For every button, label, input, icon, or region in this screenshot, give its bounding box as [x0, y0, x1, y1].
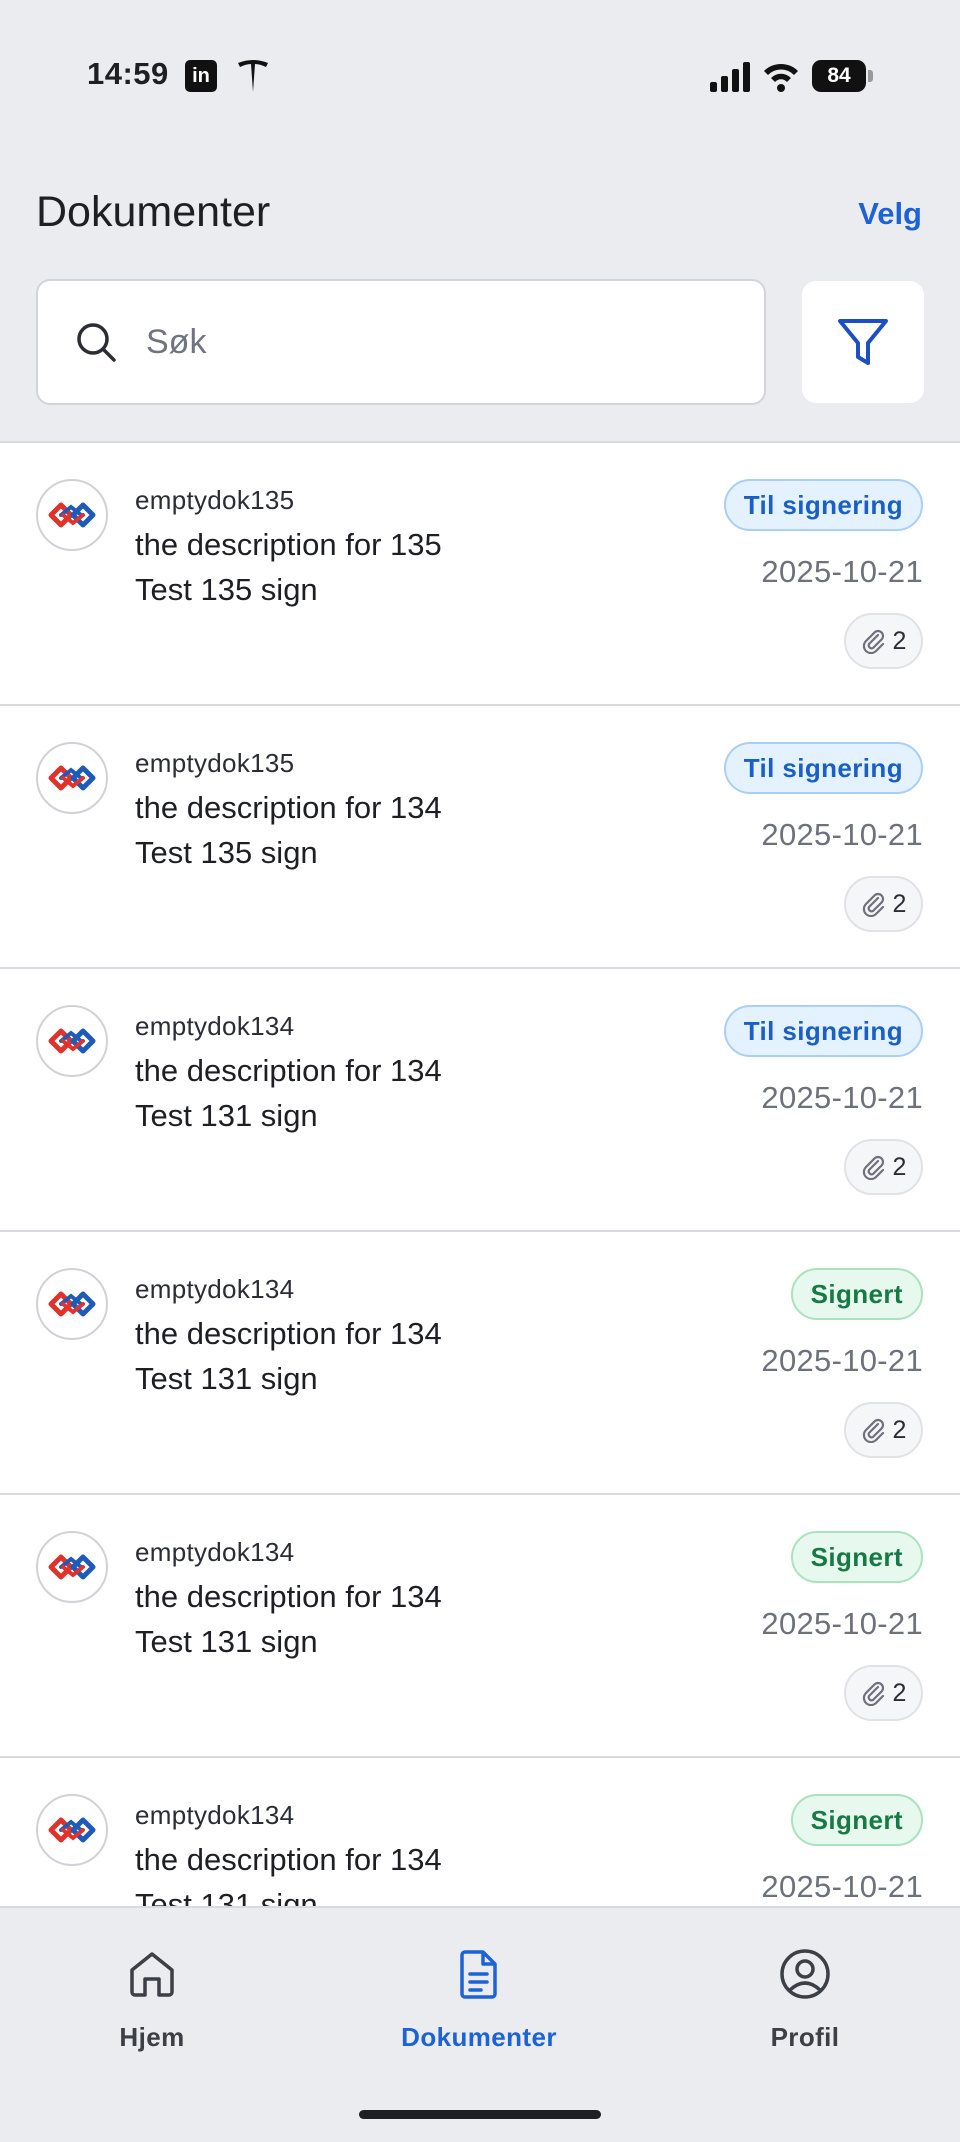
status-badge: Signert — [790, 1794, 923, 1846]
battery-icon: 84 — [812, 60, 873, 92]
document-subtitle: Test 131 sign — [135, 1361, 318, 1396]
document-date: 2025-10-21 — [761, 1869, 923, 1904]
document-name: emptydok134 — [135, 1800, 295, 1830]
attachment-count: 2 — [892, 1678, 907, 1707]
select-button[interactable]: Velg — [858, 196, 922, 232]
nav-item-documents[interactable]: Dokumenter — [369, 1946, 589, 2053]
company-logo-icon — [36, 742, 108, 814]
attachment-count-chip: 2 — [844, 613, 923, 669]
document-date: 2025-10-21 — [761, 1080, 923, 1115]
paperclip-icon — [862, 1681, 884, 1706]
search-input[interactable] — [146, 322, 706, 362]
user-circle-icon — [780, 1949, 830, 1999]
document-name: emptydok134 — [135, 1274, 295, 1304]
linkedin-icon: in — [185, 60, 217, 92]
status-badge: Signert — [790, 1531, 923, 1583]
document-row[interactable]: emptydok134 the description for 134 Test… — [0, 969, 960, 1232]
status-badge: Til signering — [723, 479, 923, 531]
status-badge: Til signering — [723, 1005, 923, 1057]
attachment-count-chip: 2 — [844, 1139, 923, 1195]
document-row[interactable]: emptydok134 the description for 134 Test… — [0, 1232, 960, 1495]
document-date: 2025-10-21 — [761, 554, 923, 589]
document-row[interactable]: emptydok135 the description for 134 Test… — [0, 706, 960, 969]
attachment-count-chip: 2 — [844, 1665, 923, 1721]
search-icon — [77, 323, 116, 362]
document-icon — [460, 1950, 497, 1999]
cellular-signal-icon — [710, 62, 750, 92]
home-icon — [130, 1952, 174, 1997]
document-description: the description for 135 — [135, 527, 442, 562]
document-date: 2025-10-21 — [761, 1606, 923, 1641]
document-name: emptydok135 — [135, 485, 295, 515]
attachment-count: 2 — [892, 626, 907, 655]
company-logo-icon — [36, 1531, 108, 1603]
status-badge: Til signering — [723, 742, 923, 794]
bottom-navigation: Hjem Dokumenter Profil — [0, 1906, 960, 2142]
document-subtitle: Test 135 sign — [135, 572, 318, 607]
wifi-icon — [764, 63, 798, 92]
paperclip-icon — [862, 629, 884, 654]
document-name: emptydok134 — [135, 1011, 295, 1041]
document-description: the description for 134 — [135, 1579, 442, 1614]
document-description: the description for 134 — [135, 1842, 442, 1877]
attachment-count-chip: 2 — [844, 1402, 923, 1458]
document-subtitle: Test 135 sign — [135, 835, 318, 870]
document-row[interactable]: emptydok134 the description for 134 Test… — [0, 1758, 960, 1906]
status-badge: Signert — [790, 1268, 923, 1320]
company-logo-icon — [36, 1268, 108, 1340]
document-subtitle: Test 131 sign — [135, 1624, 318, 1659]
filter-icon — [838, 319, 888, 365]
attachment-count: 2 — [892, 889, 907, 918]
battery-level: 84 — [812, 60, 866, 92]
attachment-count: 2 — [892, 1152, 907, 1181]
document-list[interactable]: emptydok135 the description for 135 Test… — [0, 441, 960, 1906]
document-row[interactable]: emptydok135 the description for 135 Test… — [0, 443, 960, 706]
paperclip-icon — [862, 892, 884, 917]
filter-button[interactable] — [802, 281, 924, 403]
paperclip-icon — [862, 1418, 884, 1443]
document-subtitle: Test 131 sign — [135, 1887, 318, 1906]
attachment-count-chip: 2 — [844, 876, 923, 932]
nav-label-documents: Dokumenter — [401, 2022, 557, 2052]
document-name: emptydok134 — [135, 1537, 295, 1567]
home-indicator — [359, 2110, 601, 2119]
company-logo-icon — [36, 1005, 108, 1077]
document-date: 2025-10-21 — [761, 1343, 923, 1378]
document-description: the description for 134 — [135, 1316, 442, 1351]
document-description: the description for 134 — [135, 790, 442, 825]
nav-item-profile[interactable]: Profil — [695, 1946, 915, 2053]
search-box[interactable] — [36, 279, 766, 405]
document-row[interactable]: emptydok134 the description for 134 Test… — [0, 1495, 960, 1758]
paperclip-icon — [862, 1155, 884, 1180]
nav-item-home[interactable]: Hjem — [42, 1946, 262, 2053]
status-time: 14:59 — [87, 56, 169, 91]
company-logo-icon — [36, 1794, 108, 1866]
nav-label-home: Hjem — [119, 2022, 185, 2052]
document-subtitle: Test 131 sign — [135, 1098, 318, 1133]
status-bar: 14:59 in 84 — [0, 0, 960, 150]
document-name: emptydok135 — [135, 748, 295, 778]
page-title: Dokumenter — [36, 188, 271, 236]
document-description: the description for 134 — [135, 1053, 442, 1088]
company-logo-icon — [36, 479, 108, 551]
tesla-icon — [238, 60, 268, 92]
nav-label-profile: Profil — [770, 2022, 840, 2052]
attachment-count: 2 — [892, 1415, 907, 1444]
document-date: 2025-10-21 — [761, 817, 923, 852]
